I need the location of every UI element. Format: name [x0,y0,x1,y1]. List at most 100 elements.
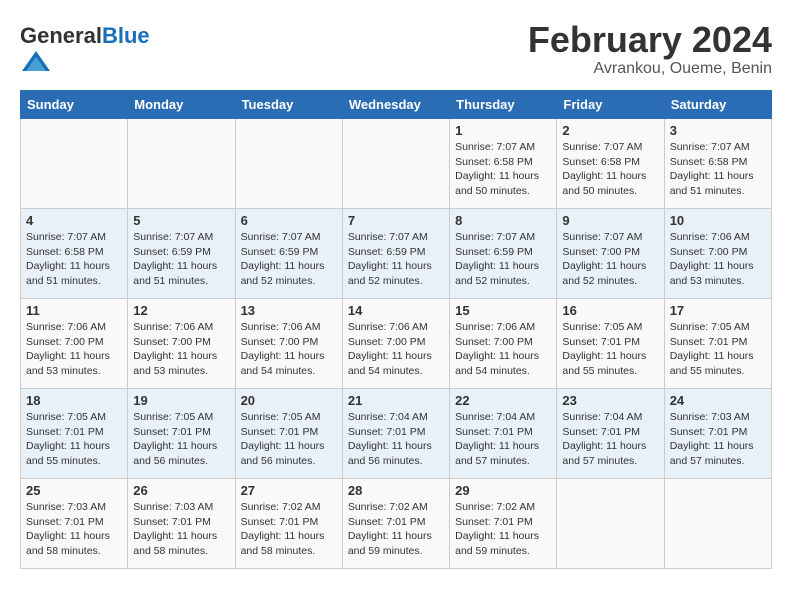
page-header: GeneralBlue February 2024 Avrankou, Ouem… [20,20,772,80]
logo-blue-text: Blue [102,23,150,48]
calendar-cell: 10 Sunrise: 7:06 AM Sunset: 7:00 PM Dayli… [664,209,771,299]
day-info: Sunrise: 7:02 AM Sunset: 7:01 PM Dayligh… [455,500,551,559]
logo: GeneralBlue [20,25,150,80]
day-number: 23 [562,393,658,408]
day-number: 6 [241,213,337,228]
calendar-cell: 24 Sunrise: 7:03 AM Sunset: 7:01 PM Dayli… [664,389,771,479]
calendar-cell: 3 Sunrise: 7:07 AM Sunset: 6:58 PM Daylig… [664,119,771,209]
day-number: 5 [133,213,229,228]
day-info: Sunrise: 7:04 AM Sunset: 7:01 PM Dayligh… [348,410,444,469]
day-info: Sunrise: 7:04 AM Sunset: 7:01 PM Dayligh… [562,410,658,469]
day-info: Sunrise: 7:06 AM Sunset: 7:00 PM Dayligh… [133,320,229,379]
day-number: 7 [348,213,444,228]
calendar-cell: 23 Sunrise: 7:04 AM Sunset: 7:01 PM Dayli… [557,389,664,479]
calendar-cell: 28 Sunrise: 7:02 AM Sunset: 7:01 PM Dayli… [342,479,449,569]
calendar-cell [557,479,664,569]
calendar-cell: 27 Sunrise: 7:02 AM Sunset: 7:01 PM Dayli… [235,479,342,569]
day-info: Sunrise: 7:05 AM Sunset: 7:01 PM Dayligh… [562,320,658,379]
day-number: 20 [241,393,337,408]
calendar-cell: 6 Sunrise: 7:07 AM Sunset: 6:59 PM Daylig… [235,209,342,299]
logo-icon [22,47,50,75]
page-title: February 2024 [528,20,772,60]
day-info: Sunrise: 7:07 AM Sunset: 6:58 PM Dayligh… [562,140,658,199]
calendar-cell: 29 Sunrise: 7:02 AM Sunset: 7:01 PM Dayli… [450,479,557,569]
day-info: Sunrise: 7:03 AM Sunset: 7:01 PM Dayligh… [26,500,122,559]
day-number: 22 [455,393,551,408]
day-number: 1 [455,123,551,138]
day-info: Sunrise: 7:07 AM Sunset: 6:59 PM Dayligh… [241,230,337,289]
calendar-week-row: 4 Sunrise: 7:07 AM Sunset: 6:58 PM Daylig… [21,209,772,299]
header-friday: Friday [557,91,664,119]
calendar-table: SundayMondayTuesdayWednesdayThursdayFrid… [20,90,772,569]
day-number: 8 [455,213,551,228]
day-number: 29 [455,483,551,498]
day-number: 21 [348,393,444,408]
day-info: Sunrise: 7:07 AM Sunset: 6:58 PM Dayligh… [670,140,766,199]
day-info: Sunrise: 7:05 AM Sunset: 7:01 PM Dayligh… [670,320,766,379]
day-number: 26 [133,483,229,498]
day-number: 10 [670,213,766,228]
day-info: Sunrise: 7:07 AM Sunset: 6:59 PM Dayligh… [133,230,229,289]
calendar-cell [21,119,128,209]
day-number: 9 [562,213,658,228]
calendar-cell: 19 Sunrise: 7:05 AM Sunset: 7:01 PM Dayli… [128,389,235,479]
day-info: Sunrise: 7:07 AM Sunset: 6:58 PM Dayligh… [26,230,122,289]
day-number: 19 [133,393,229,408]
day-number: 3 [670,123,766,138]
day-number: 28 [348,483,444,498]
day-number: 24 [670,393,766,408]
day-info: Sunrise: 7:06 AM Sunset: 7:00 PM Dayligh… [670,230,766,289]
day-number: 15 [455,303,551,318]
calendar-cell: 8 Sunrise: 7:07 AM Sunset: 6:59 PM Daylig… [450,209,557,299]
day-info: Sunrise: 7:07 AM Sunset: 6:58 PM Dayligh… [455,140,551,199]
header-sunday: Sunday [21,91,128,119]
calendar-cell: 1 Sunrise: 7:07 AM Sunset: 6:58 PM Daylig… [450,119,557,209]
day-info: Sunrise: 7:05 AM Sunset: 7:01 PM Dayligh… [133,410,229,469]
page-subtitle: Avrankou, Oueme, Benin [528,60,772,78]
day-info: Sunrise: 7:06 AM Sunset: 7:00 PM Dayligh… [455,320,551,379]
day-info: Sunrise: 7:05 AM Sunset: 7:01 PM Dayligh… [241,410,337,469]
calendar-week-row: 18 Sunrise: 7:05 AM Sunset: 7:01 PM Dayli… [21,389,772,479]
calendar-cell: 26Sunrise: 7:03 AM Sunset: 7:01 PM Dayli… [128,479,235,569]
calendar-cell [235,119,342,209]
header-monday: Monday [128,91,235,119]
calendar-cell: 20 Sunrise: 7:05 AM Sunset: 7:01 PM Dayli… [235,389,342,479]
day-info: Sunrise: 7:02 AM Sunset: 7:01 PM Dayligh… [241,500,337,559]
calendar-week-row: 11Sunrise: 7:06 AM Sunset: 7:00 PM Dayli… [21,299,772,389]
calendar-cell [128,119,235,209]
calendar-cell: 15 Sunrise: 7:06 AM Sunset: 7:00 PM Dayli… [450,299,557,389]
day-info: Sunrise: 7:02 AM Sunset: 7:01 PM Dayligh… [348,500,444,559]
calendar-cell: 17 Sunrise: 7:05 AM Sunset: 7:01 PM Dayli… [664,299,771,389]
day-number: 18 [26,393,122,408]
day-info: Sunrise: 7:06 AM Sunset: 7:00 PM Dayligh… [26,320,122,379]
day-number: 14 [348,303,444,318]
calendar-cell: 14Sunrise: 7:06 AM Sunset: 7:00 PM Dayli… [342,299,449,389]
day-info: Sunrise: 7:07 AM Sunset: 6:59 PM Dayligh… [348,230,444,289]
calendar-cell [342,119,449,209]
calendar-cell: 11Sunrise: 7:06 AM Sunset: 7:00 PM Dayli… [21,299,128,389]
calendar-cell [664,479,771,569]
day-info: Sunrise: 7:07 AM Sunset: 7:00 PM Dayligh… [562,230,658,289]
day-number: 25 [26,483,122,498]
day-number: 17 [670,303,766,318]
calendar-cell: 9 Sunrise: 7:07 AM Sunset: 7:00 PM Daylig… [557,209,664,299]
day-info: Sunrise: 7:07 AM Sunset: 6:59 PM Dayligh… [455,230,551,289]
day-info: Sunrise: 7:05 AM Sunset: 7:01 PM Dayligh… [26,410,122,469]
day-number: 12 [133,303,229,318]
calendar-cell: 13Sunrise: 7:06 AM Sunset: 7:00 PM Dayli… [235,299,342,389]
day-number: 2 [562,123,658,138]
day-number: 27 [241,483,337,498]
day-info: Sunrise: 7:03 AM Sunset: 7:01 PM Dayligh… [670,410,766,469]
day-number: 16 [562,303,658,318]
header-saturday: Saturday [664,91,771,119]
day-number: 4 [26,213,122,228]
calendar-header-row: SundayMondayTuesdayWednesdayThursdayFrid… [21,91,772,119]
header-thursday: Thursday [450,91,557,119]
calendar-cell: 16 Sunrise: 7:05 AM Sunset: 7:01 PM Dayli… [557,299,664,389]
calendar-cell: 7 Sunrise: 7:07 AM Sunset: 6:59 PM Daylig… [342,209,449,299]
calendar-cell: 2 Sunrise: 7:07 AM Sunset: 6:58 PM Daylig… [557,119,664,209]
logo-general-text: General [20,23,102,48]
calendar-week-row: 25 Sunrise: 7:03 AM Sunset: 7:01 PM Dayli… [21,479,772,569]
day-number: 13 [241,303,337,318]
calendar-cell: 22Sunrise: 7:04 AM Sunset: 7:01 PM Dayli… [450,389,557,479]
